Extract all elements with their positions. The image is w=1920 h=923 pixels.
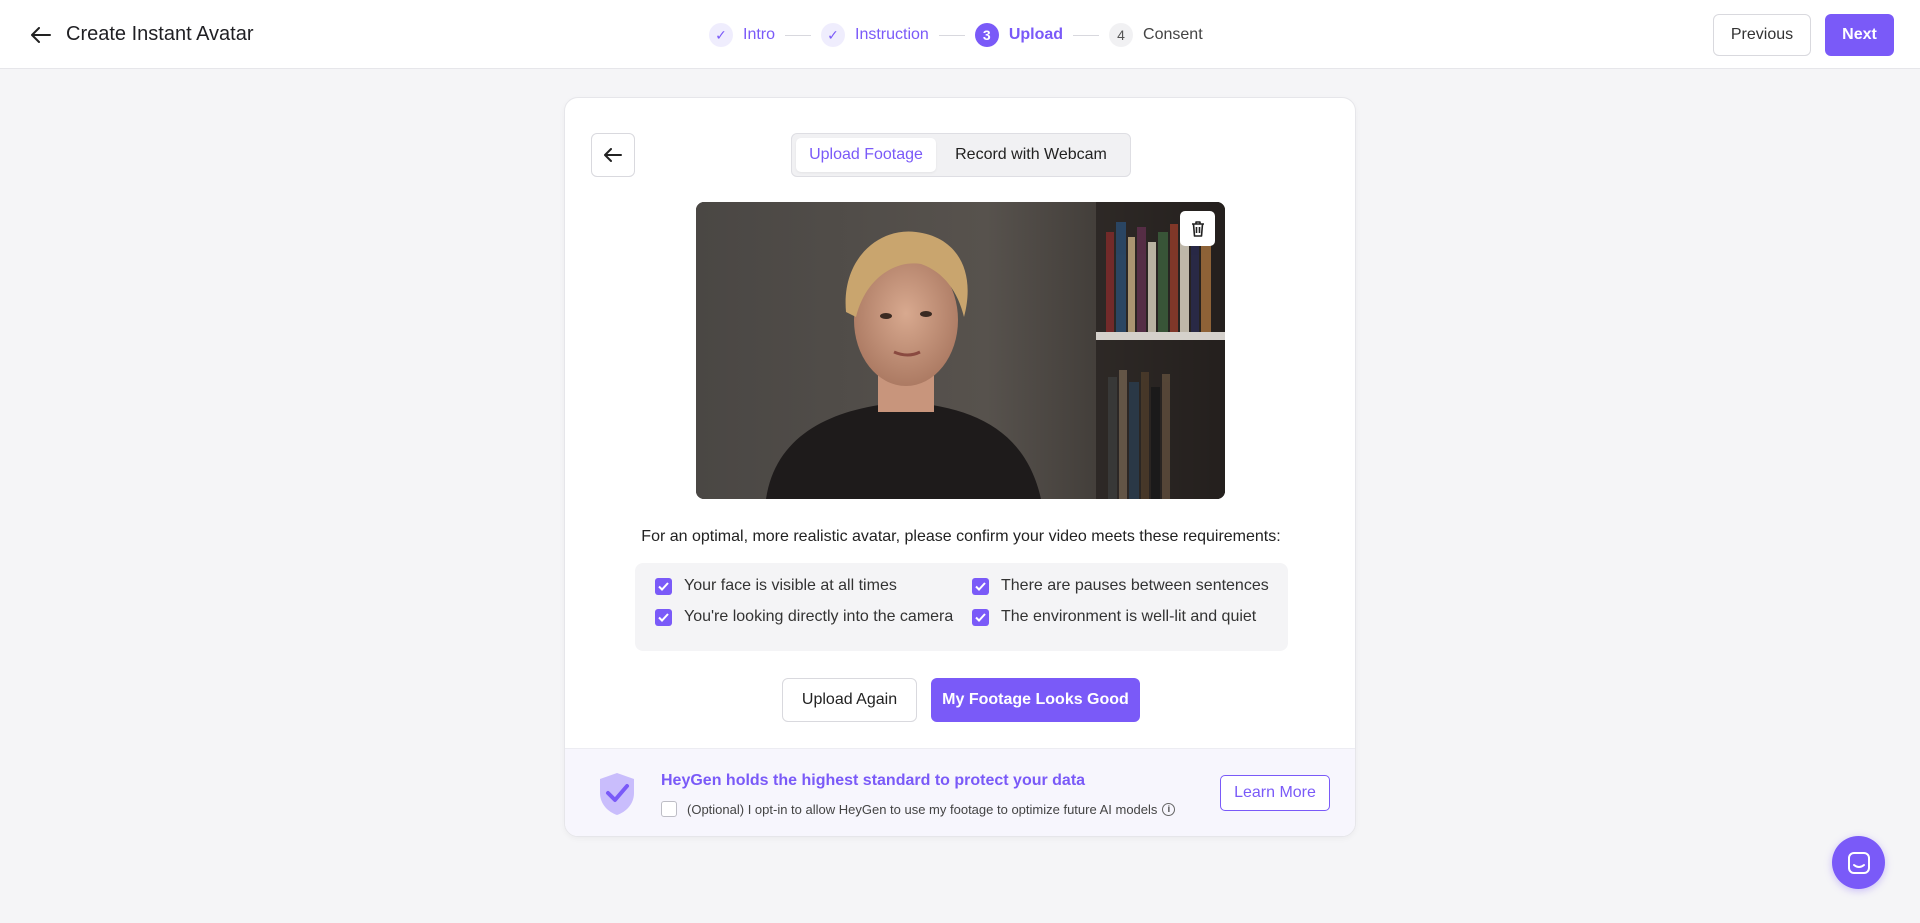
requirement-item[interactable]: There are pauses between sentences	[972, 577, 1269, 595]
privacy-footer: HeyGen holds the highest standard to pro…	[565, 748, 1355, 836]
step-label: Instruction	[855, 26, 929, 43]
delete-video-button[interactable]	[1180, 211, 1215, 246]
shield-check-icon	[597, 771, 637, 822]
optin-checkbox[interactable]	[661, 801, 677, 817]
check-icon: ✓	[709, 23, 733, 47]
step-number: 3	[974, 23, 999, 47]
step-connector	[1073, 34, 1100, 36]
arrow-left-icon	[604, 148, 622, 162]
video-preview[interactable]	[696, 202, 1225, 499]
check-icon: ✓	[821, 23, 846, 47]
step-connector	[938, 34, 965, 36]
upload-again-button[interactable]: Upload Again	[782, 678, 917, 722]
learn-more-button[interactable]: Learn More	[1220, 775, 1330, 811]
card-back-button[interactable]	[591, 133, 635, 177]
requirement-item[interactable]: Your face is visible at all times	[655, 577, 897, 595]
top-bar: Create Instant Avatar ✓ Intro ✓ Instruct…	[0, 0, 1920, 69]
upload-card: Upload Footage Record with Webcam For an…	[564, 97, 1356, 837]
step-consent[interactable]: 4 Consent	[1109, 23, 1203, 47]
page-title: Create Instant Avatar	[66, 23, 254, 45]
step-label: Intro	[743, 26, 776, 43]
tab-upload-footage[interactable]: Upload Footage	[796, 138, 936, 172]
previous-button[interactable]: Previous	[1713, 14, 1811, 56]
next-button[interactable]: Next	[1825, 14, 1894, 56]
requirements-intro: For an optimal, more realistic avatar, p…	[641, 528, 1281, 545]
step-instruction[interactable]: ✓ Instruction	[821, 23, 929, 47]
checkbox-checked-icon[interactable]	[972, 608, 989, 626]
back-arrow-icon[interactable]	[26, 20, 56, 50]
step-number: 4	[1109, 23, 1134, 47]
requirement-label: There are pauses between sentences	[1001, 577, 1269, 594]
source-toggle: Upload Footage Record with Webcam	[791, 133, 1131, 177]
step-label: Upload	[1008, 26, 1064, 43]
step-upload[interactable]: 3 Upload	[974, 23, 1064, 47]
optin-row: (Optional) I opt-in to allow HeyGen to u…	[661, 801, 1176, 817]
stepper: ✓ Intro ✓ Instruction 3 Upload 4 Consent	[709, 21, 1203, 49]
chat-support-button[interactable]	[1832, 836, 1885, 889]
trash-icon	[1191, 220, 1204, 237]
optin-label: (Optional) I opt-in to allow HeyGen to u…	[687, 801, 1158, 817]
checkbox-checked-icon[interactable]	[972, 577, 989, 595]
info-icon[interactable]: i	[1162, 802, 1176, 816]
requirement-label: The environment is well-lit and quiet	[1001, 608, 1257, 625]
requirement-item[interactable]: The environment is well-lit and quiet	[972, 608, 1256, 626]
privacy-title: HeyGen holds the highest standard to pro…	[661, 772, 1086, 789]
checkbox-checked-icon[interactable]	[655, 577, 672, 595]
requirements-list: Your face is visible at all times There …	[635, 563, 1288, 651]
footage-good-button[interactable]: My Footage Looks Good	[931, 678, 1140, 722]
step-connector	[785, 34, 812, 36]
requirement-item[interactable]: You're looking directly into the camera	[655, 608, 953, 626]
tab-record-webcam[interactable]: Record with Webcam	[936, 138, 1126, 172]
checkbox-checked-icon[interactable]	[655, 608, 672, 626]
step-label: Consent	[1143, 26, 1203, 43]
requirement-label: Your face is visible at all times	[684, 577, 897, 594]
requirement-label: You're looking directly into the camera	[684, 608, 954, 625]
step-intro[interactable]: ✓ Intro	[709, 23, 775, 47]
chat-icon	[1847, 851, 1870, 874]
